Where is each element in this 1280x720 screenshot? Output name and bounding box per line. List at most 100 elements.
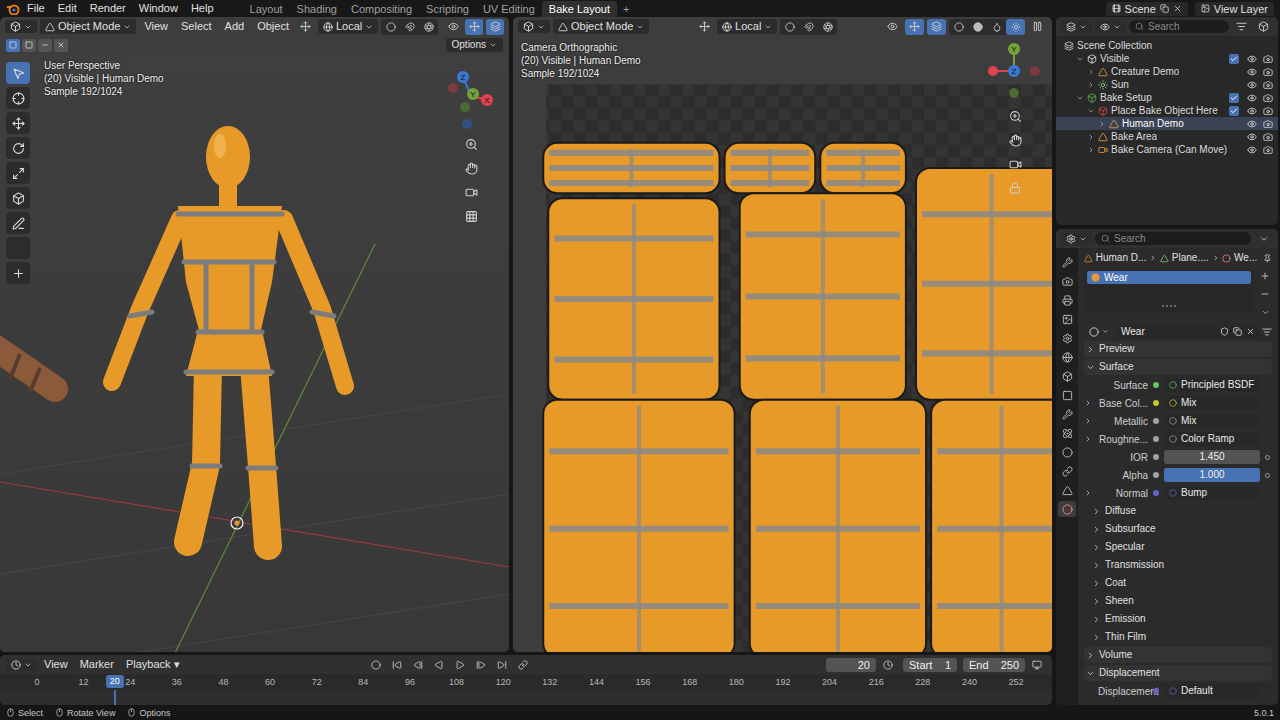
menu-item[interactable]: Render [84,0,132,17]
expand-toggle[interactable] [1086,81,1095,89]
menu-item[interactable]: Edit [52,0,83,17]
editor-type-dropdown[interactable] [6,659,37,671]
slot-list[interactable]: Wear [1084,268,1254,312]
properties-tab[interactable] [1058,387,1076,403]
add-workspace-button[interactable]: + [617,1,635,17]
properties-tab[interactable] [1058,406,1076,422]
viewport-canvas[interactable]: User Perspective(20) Visible | Human Dem… [0,54,509,652]
expand-toggle[interactable] [1086,68,1095,76]
expand-toggle[interactable] [1086,146,1095,154]
ortho-button[interactable] [461,206,481,226]
gizmo-button[interactable] [465,19,483,35]
shading-button[interactable] [968,19,987,35]
camera-viewport[interactable]: Object ModeLocalCamera Orthographic(20) … [513,17,1052,652]
pan-button[interactable] [461,158,481,178]
outliner-row[interactable]: Human Demo [1056,117,1278,130]
socket-dot[interactable] [1153,382,1159,388]
link-field[interactable]: Principled BSDF [1164,378,1260,392]
play-button[interactable] [451,657,470,673]
gizmo-button[interactable] [905,19,924,35]
socket-dot[interactable] [1153,418,1159,424]
subpanel-header[interactable]: Diffuse [1084,503,1272,519]
shading-button[interactable] [949,19,968,35]
outliner-row[interactable]: Bake Camera (Can Move) [1056,143,1278,156]
subpanel-header[interactable]: Emission [1084,611,1272,627]
expand-toggle[interactable] [1075,94,1084,102]
render-toggle[interactable] [1261,80,1274,90]
properties-tab[interactable] [1058,425,1076,441]
zoom-button[interactable] [1005,106,1025,126]
visibility-button[interactable] [444,19,462,35]
snap-button[interactable] [400,19,419,35]
subpanel-header[interactable]: Transmission [1084,557,1272,573]
menu-item[interactable]: File [21,0,51,17]
navigation-gizmo-icon[interactable]: XYZ [441,58,501,130]
keyframe-dot[interactable] [1265,455,1270,460]
navigation-gizmo-icon[interactable]: YZ [986,40,1044,102]
link-field[interactable]: Mix [1164,414,1260,428]
outliner-row[interactable]: Visible [1056,52,1278,65]
current-frame-field[interactable]: 20 [826,658,876,672]
shading-button[interactable] [987,19,1006,35]
tool-button[interactable] [6,87,30,109]
pivot-button[interactable] [381,19,400,35]
pause-render-button[interactable] [1028,19,1047,35]
outliner-row[interactable]: Place Bake Object Here [1056,104,1278,117]
expand-toggle[interactable] [1075,55,1084,63]
socket-dot[interactable] [1153,454,1159,460]
menu-item[interactable]: Window [133,0,184,17]
filter-button[interactable] [1232,19,1251,35]
panel-header[interactable]: Surface [1084,359,1272,375]
viewport-menu[interactable]: Add [220,19,250,34]
render-toggle[interactable] [1261,67,1274,77]
current-frame-marker[interactable]: 20 [106,675,124,688]
slot-menu-button[interactable] [1258,304,1272,320]
panel-header[interactable]: Volume [1084,647,1272,663]
options-dropdown[interactable]: Options [446,38,503,52]
expand-toggle[interactable] [1086,133,1095,141]
filter-icon[interactable] [1262,327,1272,337]
subpanel-header[interactable]: Specular [1084,539,1272,555]
frame-ruler[interactable]: 0122436486072849610812013214415616818019… [0,674,1052,690]
timeline-menu[interactable]: Marker [75,657,119,672]
select-mode-button[interactable] [6,39,20,52]
view-options-button[interactable] [1027,657,1046,673]
record-button[interactable] [367,657,386,673]
editor-type-dropdown[interactable] [5,20,37,33]
properties-search[interactable]: Search [1095,232,1251,245]
properties-tab[interactable] [1058,254,1076,270]
panel-header[interactable]: Displacement [1084,665,1272,681]
3d-viewport[interactable]: Object ModeViewSelectAddObjectLocalOptio… [0,17,509,652]
properties-tab[interactable] [1058,311,1076,327]
transform-button[interactable] [695,19,714,35]
workspace-tab[interactable]: Shading [290,1,344,17]
render-toggle[interactable] [1261,93,1274,103]
material-browse[interactable] [1084,326,1114,338]
socket-dot[interactable] [1153,490,1159,496]
number-field[interactable]: 1.450 [1164,450,1260,464]
slider-field[interactable]: 1.000 [1164,468,1260,482]
subpanel-header[interactable]: Coat [1084,575,1272,591]
editor-type-dropdown[interactable] [518,20,550,33]
subpanel-header[interactable]: Subsurface [1084,521,1272,537]
scene-selector[interactable]: Scene [1106,2,1188,16]
link-field[interactable]: Mix [1164,396,1260,410]
properties-tab[interactable] [1058,444,1076,460]
orientation-dropdown[interactable]: Local [717,19,777,34]
visibility-toggle[interactable] [1245,93,1258,103]
editor-type-dropdown[interactable] [1061,21,1092,33]
socket-dot[interactable] [1153,472,1159,478]
visibility-toggle[interactable] [1245,80,1258,90]
properties-options-button[interactable] [1254,231,1273,247]
tool-button[interactable] [6,162,30,184]
exclude-checkbox[interactable] [1229,93,1239,103]
socket-dot[interactable] [1153,400,1159,406]
workspace-tab[interactable]: Layout [243,1,290,17]
add-slot-button[interactable] [1258,268,1272,284]
outliner-row[interactable]: Scene Collection [1056,39,1278,52]
view-layer-selector[interactable]: View Layer [1195,2,1274,16]
lock-camera-button[interactable] [1005,178,1025,198]
workspace-tab[interactable]: Compositing [344,1,419,17]
play-reverse-button[interactable] [430,657,449,673]
link-field[interactable]: Default [1164,684,1260,698]
